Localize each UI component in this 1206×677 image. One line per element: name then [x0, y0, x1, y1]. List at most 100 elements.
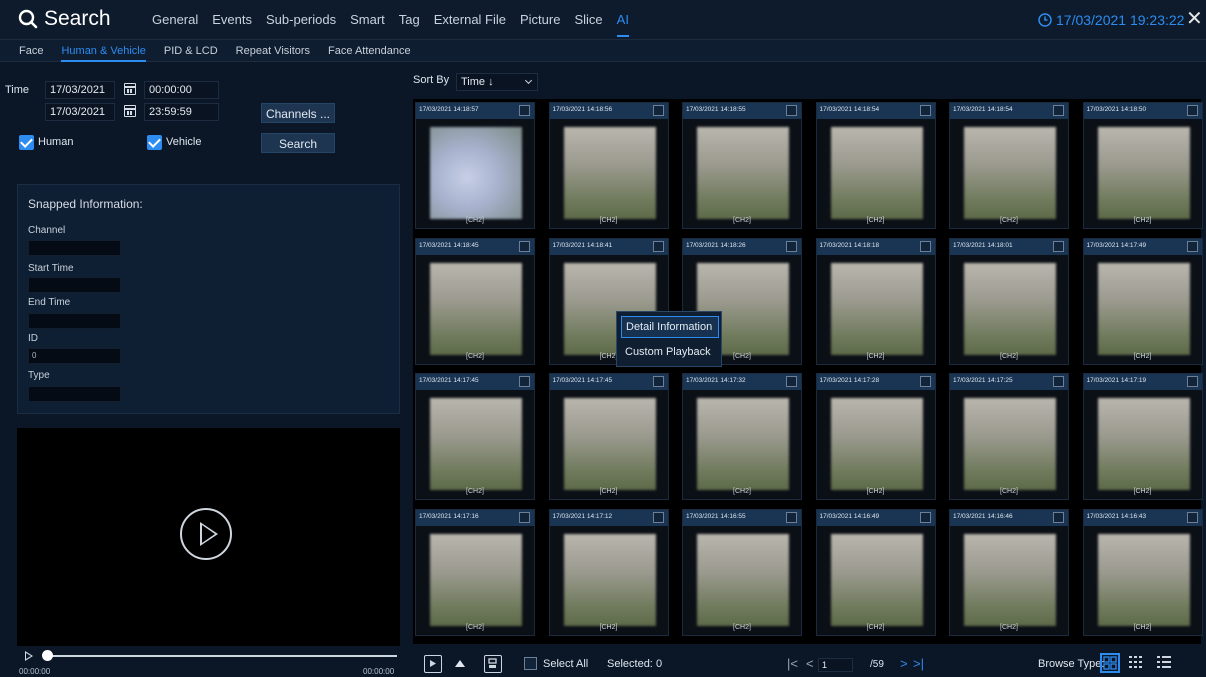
- snapshot-checkbox[interactable]: [919, 240, 931, 252]
- progress-track[interactable]: [45, 655, 397, 657]
- start-time-field[interactable]: 00:00:00: [144, 81, 219, 99]
- snapshot-header: 17/03/2021 14:16:43: [1083, 509, 1202, 526]
- vehicle-checkbox[interactable]: [147, 135, 162, 150]
- snapshot-card[interactable]: 17/03/2021 14:17:12 [CH2]: [548, 508, 669, 636]
- snapshot-card[interactable]: 17/03/2021 14:18:50 [CH2]: [1082, 102, 1203, 229]
- small-grid-view-icon[interactable]: [1127, 653, 1147, 673]
- snapshot-card[interactable]: 17/03/2021 14:18:57 [CH2]: [415, 102, 535, 229]
- tab-sub-periods[interactable]: Sub-periods: [266, 0, 336, 40]
- tab-ai[interactable]: AI: [616, 0, 630, 40]
- snapshot-card[interactable]: 17/03/2021 14:18:55 [CH2]: [682, 102, 802, 229]
- start-date-field[interactable]: 17/03/2021: [45, 81, 115, 99]
- snapshot-checkbox[interactable]: [919, 376, 931, 387]
- snapshot-checkbox[interactable]: [1186, 511, 1198, 523]
- page-input[interactable]: 1: [818, 658, 853, 672]
- subtab-face[interactable]: Face: [19, 40, 43, 62]
- human-checkbox[interactable]: [19, 135, 34, 150]
- snapshot-checkbox[interactable]: [786, 376, 797, 387]
- snapshot-checkbox[interactable]: [519, 511, 530, 523]
- snapshot-header: 17/03/2021 14:18:18: [816, 238, 935, 255]
- grid-view-icon[interactable]: [1100, 653, 1120, 673]
- snapshot-card[interactable]: 17/03/2021 14:17:16 [CH2]: [415, 508, 535, 636]
- snapshot-header: 17/03/2021 14:16:46: [950, 509, 1068, 526]
- snapshot-checkbox[interactable]: [1053, 105, 1064, 116]
- snapshot-checkbox[interactable]: [1186, 105, 1198, 116]
- snapshot-checkbox[interactable]: [919, 105, 931, 116]
- snapshot-checkbox[interactable]: [652, 376, 664, 387]
- channels-button[interactable]: Channels ...: [261, 103, 335, 123]
- time-end: 00:00:00: [363, 667, 395, 676]
- tab-general[interactable]: General: [152, 0, 198, 40]
- tab-picture[interactable]: Picture: [520, 0, 560, 40]
- snapshot-card[interactable]: 17/03/2021 14:16:49 [CH2]: [815, 508, 936, 636]
- snapshot-channel: [CH2]: [1133, 352, 1152, 360]
- snapshot-card[interactable]: 17/03/2021 14:17:45 [CH2]: [548, 373, 669, 500]
- subtab-pid-lcd[interactable]: PID & LCD: [164, 40, 218, 62]
- snapshot-card[interactable]: 17/03/2021 14:18:18 [CH2]: [815, 237, 936, 365]
- tab-events[interactable]: Events: [212, 0, 252, 40]
- progress-knob[interactable]: [42, 650, 53, 661]
- next-page-icon[interactable]: >: [900, 656, 908, 671]
- snapshot-card[interactable]: 17/03/2021 14:16:55 [CH2]: [682, 508, 802, 636]
- snapshot-checkbox[interactable]: [652, 511, 664, 523]
- snapshot-checkbox[interactable]: [519, 105, 530, 116]
- selected-count: 0: [656, 658, 663, 670]
- first-page-icon[interactable]: |<: [787, 656, 798, 671]
- play-icon[interactable]: [25, 651, 33, 661]
- list-view-icon[interactable]: [1155, 653, 1175, 673]
- save-icon[interactable]: [484, 655, 502, 673]
- snapshot-checkbox[interactable]: [652, 240, 664, 252]
- menu-item-custom-playback[interactable]: Custom Playback: [621, 342, 719, 364]
- browse-type-label: Browse Type:: [1038, 658, 1105, 670]
- play-icon[interactable]: [424, 655, 442, 673]
- snapshot-checkbox[interactable]: [519, 240, 530, 252]
- snapshot-card[interactable]: 17/03/2021 14:16:46 [CH2]: [949, 508, 1069, 636]
- snapshot-card[interactable]: 17/03/2021 14:16:43 [CH2]: [1082, 508, 1203, 636]
- snapshot-checkbox[interactable]: [652, 105, 664, 116]
- snapshot-card[interactable]: 17/03/2021 14:18:54 [CH2]: [949, 102, 1069, 229]
- subtab-face-attendance[interactable]: Face Attendance: [328, 40, 411, 62]
- calendar-icon[interactable]: [124, 105, 136, 117]
- snapshot-card[interactable]: 17/03/2021 14:17:25 [CH2]: [949, 373, 1069, 500]
- subtab-human-vehicle[interactable]: Human & Vehicle: [61, 40, 147, 62]
- snapshot-card[interactable]: 17/03/2021 14:17:49 [CH2]: [1082, 237, 1203, 365]
- snapshot-checkbox[interactable]: [786, 511, 797, 523]
- snapshot-card[interactable]: 17/03/2021 14:17:32 [CH2]: [682, 373, 802, 500]
- tab-tag[interactable]: Tag: [399, 0, 420, 40]
- snapshot-checkbox[interactable]: [1053, 511, 1064, 523]
- channel-value: [28, 240, 121, 256]
- snapshot-checkbox[interactable]: [1186, 240, 1198, 252]
- subtab-repeat-visitors[interactable]: Repeat Visitors: [236, 40, 310, 62]
- search-button[interactable]: Search: [261, 133, 335, 153]
- tab-external-file[interactable]: External File: [434, 0, 506, 40]
- snapshot-card[interactable]: 17/03/2021 14:17:19 [CH2]: [1082, 373, 1203, 500]
- snapshot-card[interactable]: 17/03/2021 14:17:28 [CH2]: [815, 373, 936, 500]
- play-icon[interactable]: [180, 508, 232, 560]
- snapshot-checkbox[interactable]: [786, 240, 797, 252]
- snapshot-checkbox[interactable]: [786, 105, 797, 116]
- close-icon[interactable]: ✕: [1186, 9, 1203, 29]
- snapshot-card[interactable]: 17/03/2021 14:18:54 [CH2]: [815, 102, 936, 229]
- end-date-field[interactable]: 17/03/2021: [45, 103, 115, 121]
- snapshot-checkbox[interactable]: [1186, 376, 1198, 387]
- snapshot-card[interactable]: 17/03/2021 14:18:56 [CH2]: [548, 102, 669, 229]
- last-page-icon[interactable]: >|: [913, 656, 924, 671]
- sort-select[interactable]: Time ↓: [456, 73, 538, 91]
- calendar-icon[interactable]: [124, 83, 136, 95]
- snapshot-card[interactable]: 17/03/2021 14:18:01 [CH2]: [949, 237, 1069, 365]
- select-all-checkbox[interactable]: [524, 657, 537, 670]
- end-time-field[interactable]: 23:59:59: [144, 103, 219, 121]
- snapshot-checkbox[interactable]: [919, 511, 931, 523]
- tab-smart[interactable]: Smart: [350, 0, 385, 40]
- snapshot-checkbox[interactable]: [1053, 376, 1064, 387]
- snapshot-channel: [CH2]: [866, 352, 885, 360]
- prev-page-icon[interactable]: <: [806, 656, 814, 671]
- time-label: Time: [5, 84, 30, 96]
- snapshot-checkbox[interactable]: [1053, 240, 1064, 252]
- snapshot-checkbox[interactable]: [519, 376, 530, 387]
- snapshot-card[interactable]: 17/03/2021 14:17:45 [CH2]: [415, 373, 535, 500]
- menu-item-detail-information[interactable]: Detail Information: [621, 316, 719, 338]
- chevron-up-icon[interactable]: [455, 660, 465, 667]
- tab-slice[interactable]: Slice: [574, 0, 602, 40]
- snapshot-card[interactable]: 17/03/2021 14:18:45 [CH2]: [415, 237, 535, 365]
